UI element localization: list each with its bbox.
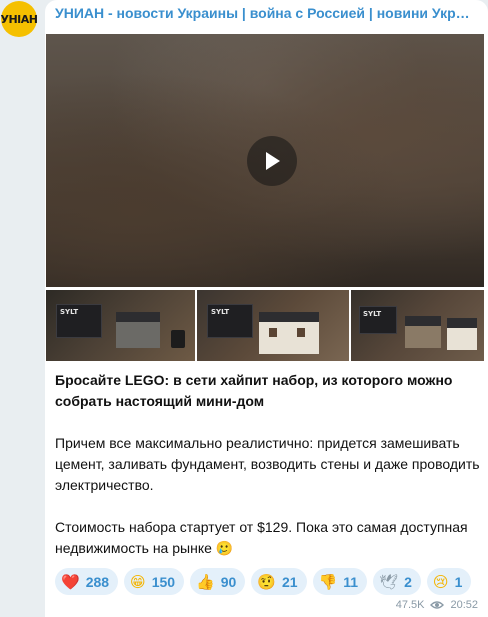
mini-window — [297, 328, 305, 337]
cement-bucket — [171, 330, 185, 348]
skeptical-face-icon: 🤨 — [257, 572, 276, 591]
kit-box: SYLT — [56, 304, 102, 338]
reaction-count: 288 — [85, 573, 110, 590]
mini-house — [116, 312, 160, 348]
channel-title[interactable]: УНИАН - новости Украины | война с Россие… — [55, 5, 477, 21]
reaction-skeptical[interactable]: 🤨 21 — [251, 568, 307, 595]
message-paragraph: Причем все максимально реалистично: прид… — [55, 435, 480, 493]
media-thumbnail-1[interactable]: SYLT — [46, 290, 195, 361]
reaction-count: 1 — [454, 573, 463, 590]
view-count: 47.5K — [395, 599, 425, 611]
reaction-count: 21 — [282, 573, 298, 590]
kit-box: SYLT — [207, 304, 253, 338]
thumbs-up-icon: 👍 — [196, 572, 215, 591]
message-paragraph: Стоимость набора стартует от $129. Пока … — [55, 519, 468, 556]
eye-icon — [430, 601, 445, 609]
kit-box-label: SYLT — [211, 308, 230, 316]
reaction-grin[interactable]: 😁 150 — [124, 568, 185, 595]
dove-icon: 🕊 — [379, 572, 399, 591]
message-time: 20:52 — [450, 599, 478, 611]
avatar-logo-text: УНІАН — [0, 12, 39, 26]
reaction-heart[interactable]: ❤️ 288 — [55, 568, 119, 595]
reaction-crying[interactable]: 😢 1 — [426, 568, 472, 595]
message-meta: 47.5K 20:52 — [396, 599, 478, 611]
mini-window — [269, 328, 277, 337]
play-button[interactable] — [247, 136, 297, 186]
grin-icon: 😁 — [130, 572, 146, 591]
reaction-count: 2 — [404, 573, 412, 590]
media-thumbnail-3[interactable]: SYLT — [351, 290, 484, 361]
media-thumbnail-2[interactable]: SYLT — [197, 290, 349, 361]
message-text: Бросайте LEGO: в сети хайпит набор, из к… — [55, 370, 480, 559]
mini-house — [447, 318, 477, 350]
thumbs-down-icon: 👎 — [318, 572, 338, 591]
reaction-dove[interactable]: 🕊 2 — [373, 568, 421, 595]
message-bubble: УНИАН - новости Украины | война с Россие… — [45, 0, 488, 617]
kit-box-label: SYLT — [60, 308, 79, 316]
reaction-count: 90 — [220, 573, 237, 590]
mini-house — [259, 312, 319, 354]
mini-house — [405, 316, 441, 348]
play-icon — [266, 152, 280, 170]
video-preview[interactable] — [46, 34, 484, 287]
reactions-bar: ❤️ 288 😁 150 👍 90 🤨 21 👎 11 🕊 2 😢 1 — [55, 568, 472, 595]
reaction-count: 150 — [151, 573, 176, 590]
kit-box: SYLT — [359, 306, 397, 334]
channel-avatar[interactable]: УНІАН — [0, 1, 39, 37]
reaction-thumbs-down[interactable]: 👎 11 — [312, 568, 368, 595]
reaction-thumbs-up[interactable]: 👍 90 — [190, 568, 246, 595]
kit-box-label: SYLT — [363, 310, 382, 318]
heart-icon: ❤️ — [61, 572, 80, 591]
crying-face-icon: 😢 — [432, 572, 449, 591]
reaction-count: 11 — [343, 573, 359, 590]
message-headline: Бросайте LEGO: в сети хайпит набор, из к… — [55, 372, 453, 409]
